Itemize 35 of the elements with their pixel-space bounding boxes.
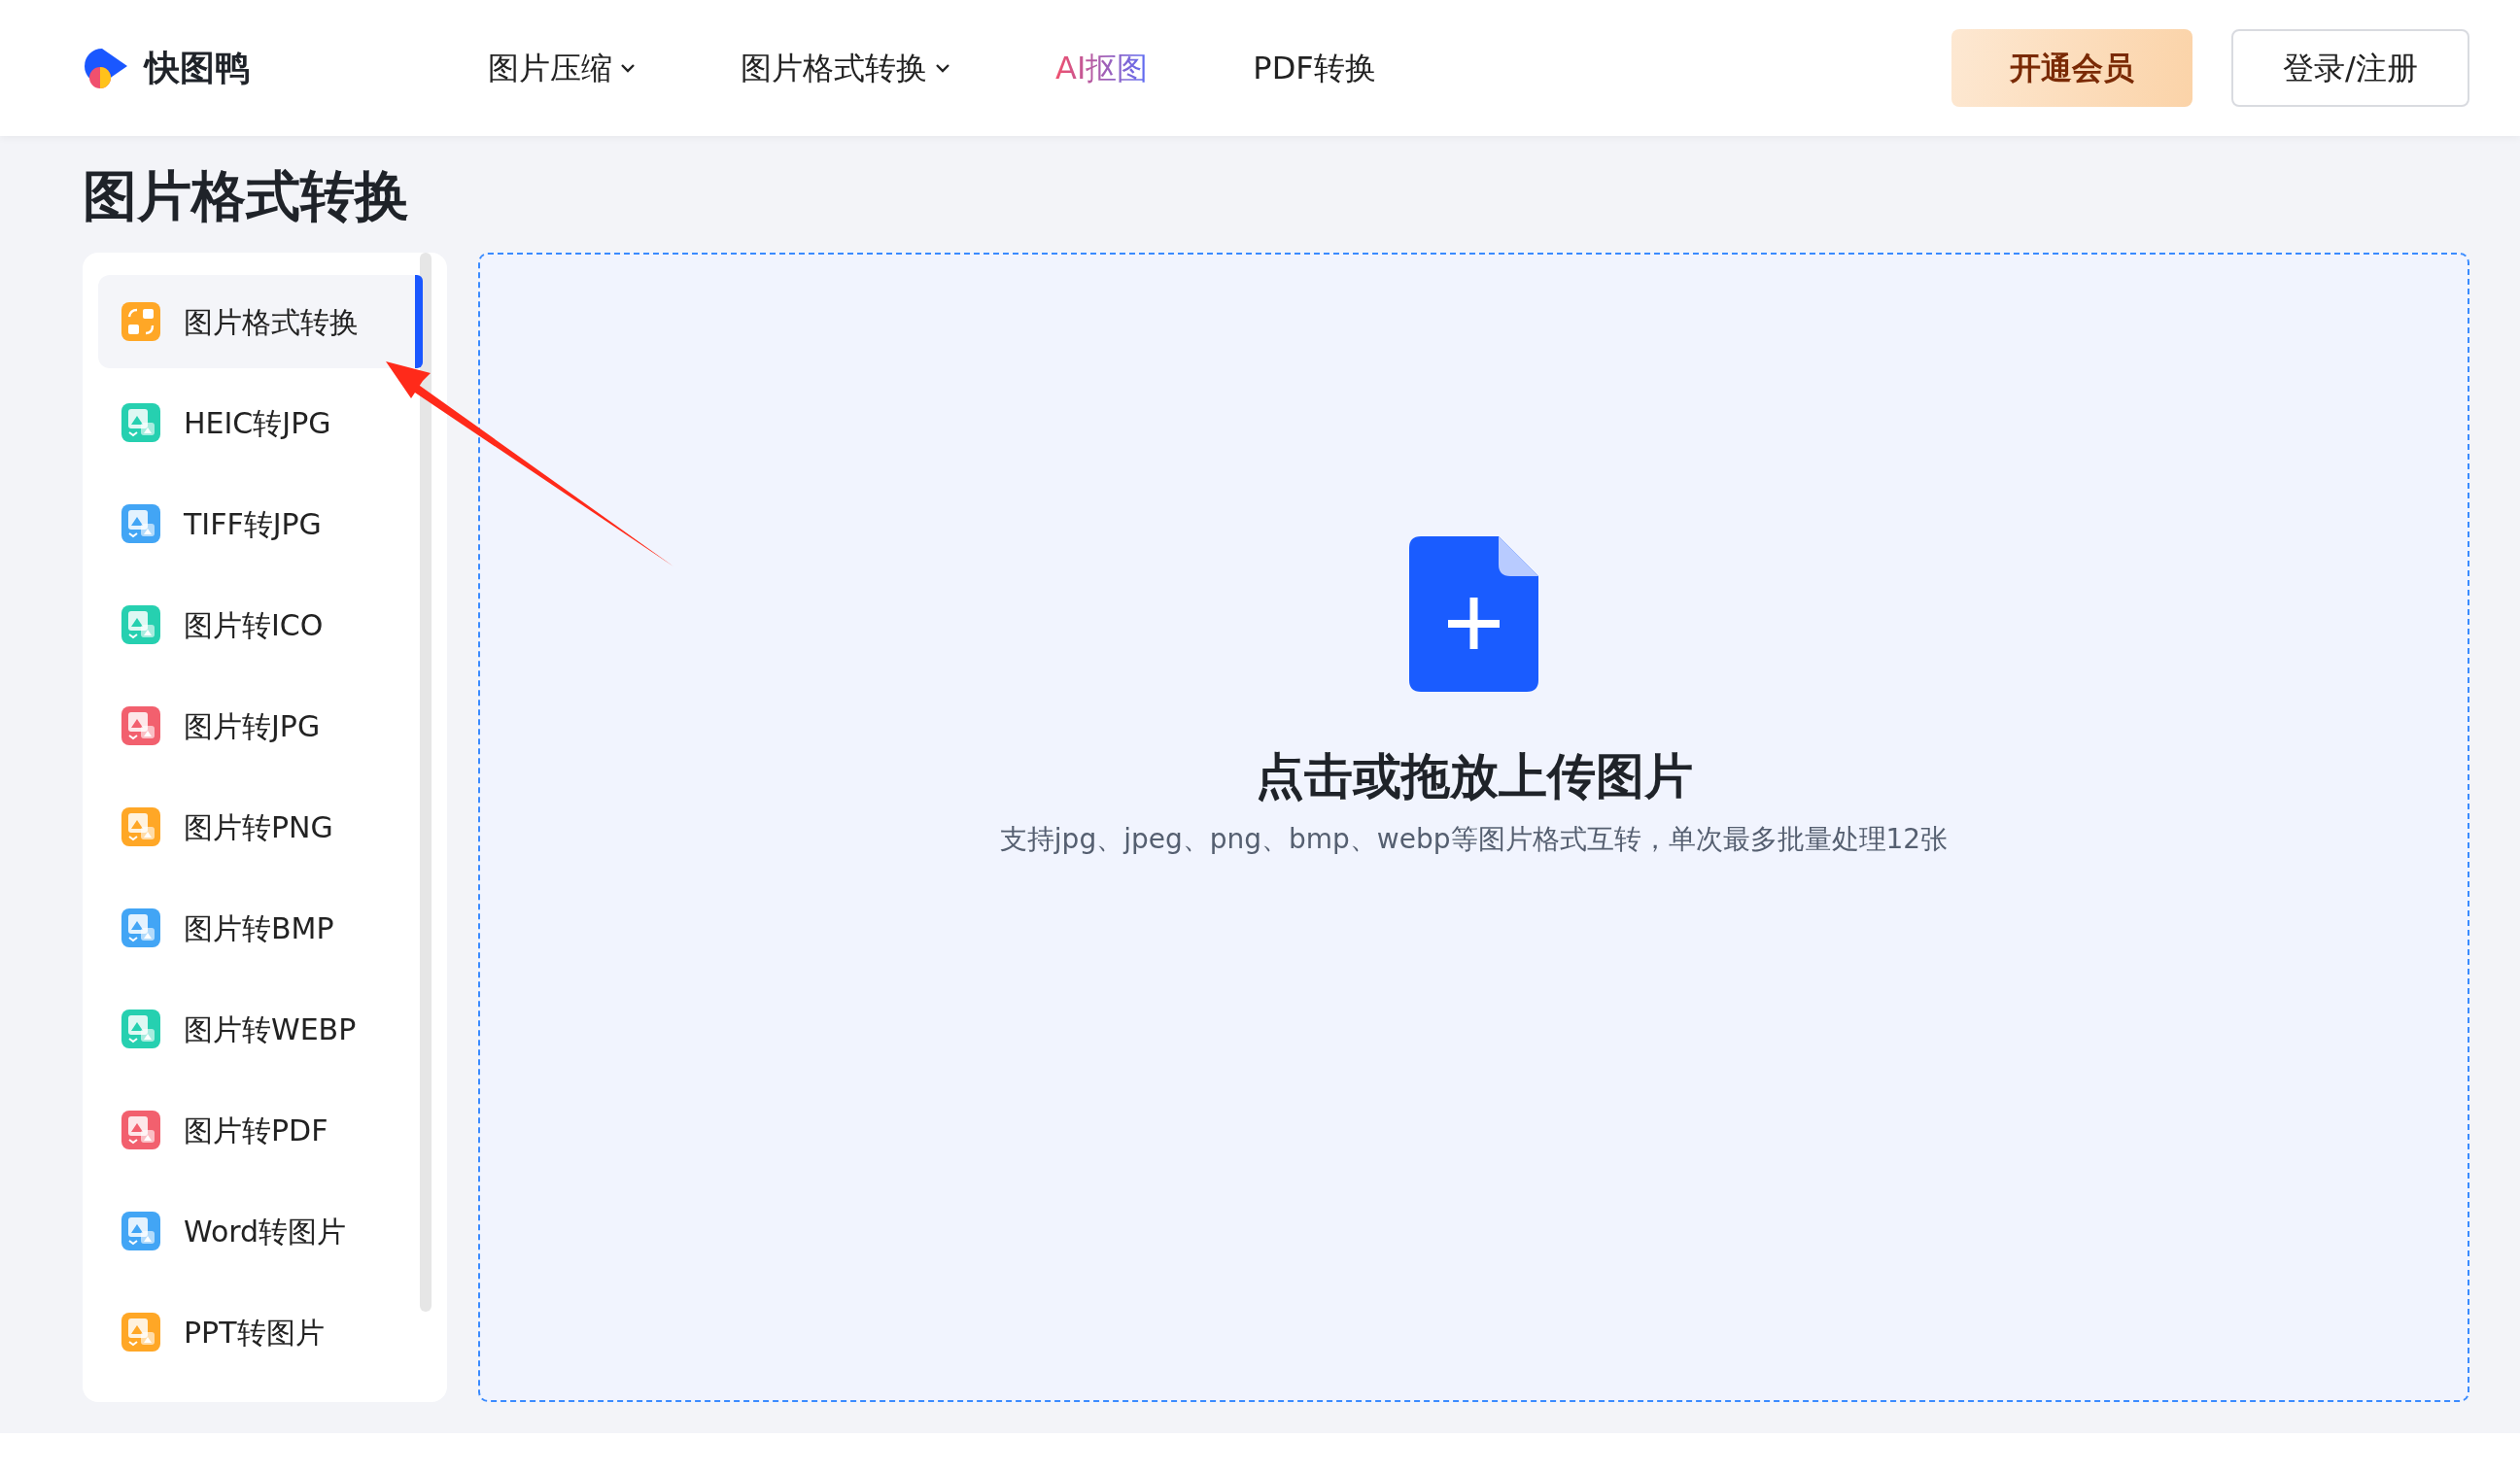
- sidebar-item[interactable]: 图片转PNG: [98, 780, 423, 873]
- scrollbar[interactable]: [420, 253, 432, 1312]
- nav-link[interactable]: 图片压缩: [488, 45, 636, 91]
- vip-button[interactable]: 开通会员: [1951, 29, 2192, 107]
- sidebar-item[interactable]: 图片转PDF: [98, 1083, 423, 1177]
- sidebar-item[interactable]: 图片转WEBP: [98, 982, 423, 1076]
- chevron-down-icon: [935, 63, 950, 73]
- image-convert-icon: [121, 605, 160, 644]
- image-convert-icon: [121, 504, 160, 543]
- upload-dropzone[interactable]: 点击或拖放上传图片 支持jpg、jpeg、png、bmp、webp等图片格式互转，单次最多批量处理12张: [478, 253, 2469, 1402]
- brand-name[interactable]: 快图鸭: [145, 42, 250, 94]
- sidebar-item[interactable]: 图片格式转换: [98, 275, 423, 368]
- image-convert-icon: [121, 1313, 160, 1352]
- sidebar-item[interactable]: 图片转JPG: [98, 679, 423, 772]
- page-title: 图片格式转换: [82, 163, 410, 229]
- sidebar-item[interactable]: PPT转图片: [98, 1285, 423, 1379]
- image-convert-icon: [121, 1111, 160, 1149]
- image-convert-icon: [121, 1212, 160, 1250]
- upload-title: 点击或拖放上传图片: [1255, 747, 1693, 806]
- sidebar-item[interactable]: Word转图片: [98, 1184, 423, 1278]
- image-convert-icon: [121, 1010, 160, 1048]
- sidebar-item[interactable]: 图片转BMP: [98, 881, 423, 975]
- sidebar-item[interactable]: 图片转ICO: [98, 578, 423, 671]
- login-button[interactable]: 登录/注册: [2231, 29, 2469, 107]
- nav-link[interactable]: 图片格式转换: [741, 45, 950, 91]
- image-convert-icon: [121, 908, 160, 947]
- image-convert-icon: [121, 706, 160, 745]
- image-convert-icon: [121, 807, 160, 846]
- chevron-down-icon: [620, 63, 636, 73]
- add-file-icon[interactable]: [1409, 536, 1538, 692]
- nav-link[interactable]: PDF转换: [1253, 45, 1376, 91]
- upload-hint: 支持jpg、jpeg、png、bmp、webp等图片格式互转，单次最多批量处理12张: [999, 822, 1949, 857]
- image-convert-icon: [121, 403, 160, 442]
- swap-images-icon: [121, 302, 160, 341]
- sidebar-item[interactable]: TIFF转JPG: [98, 477, 423, 570]
